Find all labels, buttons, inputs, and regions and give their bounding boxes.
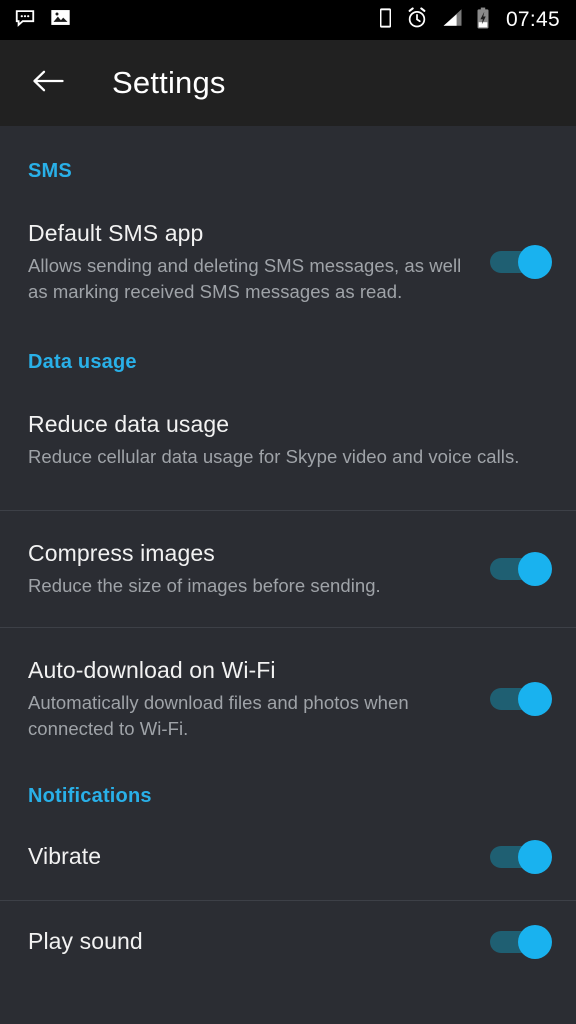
setting-subtitle-default-sms-app: Allows sending and deleting SMS messages… [28, 254, 462, 303]
back-arrow-icon [32, 68, 66, 99]
back-button[interactable] [26, 60, 72, 106]
setting-title-auto-download-wifi: Auto-download on Wi-Fi [28, 657, 276, 684]
setting-subtitle-compress-images: Reduce the size of images before sending… [28, 575, 381, 597]
alarm-clock-icon [406, 6, 428, 34]
toggle-thumb [518, 245, 552, 280]
phone-vibrate-icon [378, 7, 393, 34]
page-title: Settings [112, 65, 226, 100]
setting-title-compress-images: Compress images [28, 540, 215, 567]
section-header-data-usage: Data usage [28, 351, 137, 374]
messages-icon [14, 7, 36, 34]
settings-list[interactable]: SMS Default SMS app Allows sending and d… [0, 126, 576, 1024]
photo-icon [50, 7, 71, 33]
status-bar-right-icons: 07:45 [378, 6, 560, 34]
toggle-thumb [518, 839, 552, 874]
status-bar: 07:45 [0, 0, 576, 40]
setting-row-reduce-data-usage[interactable]: Reduce data usage Reduce cellular data u… [0, 410, 576, 470]
section-header-sms: SMS [28, 160, 72, 182]
toggle-auto-download-wifi[interactable] [490, 682, 552, 717]
setting-row-compress-images[interactable]: Compress images Reduce the size of image… [0, 539, 576, 599]
toggle-play-sound[interactable] [490, 924, 552, 959]
setting-title-play-sound: Play sound [28, 928, 143, 955]
status-bar-left-icons [14, 7, 71, 34]
toggle-thumb [518, 924, 552, 959]
setting-row-vibrate[interactable]: Vibrate [0, 839, 576, 874]
setting-subtitle-auto-download-wifi: Automatically download files and photos … [28, 692, 409, 740]
setting-title-default-sms-app: Default SMS app [28, 220, 204, 246]
setting-subtitle-reduce-data-usage: Reduce cellular data usage for Skype vid… [28, 446, 520, 468]
toggle-compress-images[interactable] [490, 552, 552, 587]
toggle-thumb [518, 682, 552, 717]
row-text: Auto-download on Wi-Fi Automatically dow… [28, 656, 490, 742]
setting-row-auto-download-wifi[interactable]: Auto-download on Wi-Fi Automatically dow… [0, 656, 576, 742]
setting-title-reduce-data-usage: Reduce data usage [28, 411, 230, 438]
row-text: Reduce data usage Reduce cellular data u… [28, 410, 552, 470]
app-bar: Settings [0, 40, 576, 126]
setting-row-play-sound[interactable]: Play sound [0, 924, 576, 959]
status-bar-clock: 07:45 [505, 8, 560, 31]
toggle-thumb [518, 552, 552, 587]
signal-bars-icon [441, 8, 463, 33]
row-text: Compress images Reduce the size of image… [28, 539, 490, 599]
row-text: Play sound [28, 927, 490, 956]
setting-row-default-sms-app[interactable]: Default SMS app Allows sending and delet… [0, 219, 576, 305]
row-text: Default SMS app Allows sending and delet… [28, 219, 490, 305]
toggle-default-sms-app[interactable] [490, 245, 552, 280]
setting-title-vibrate: Vibrate [28, 843, 102, 870]
battery-charging-icon [476, 7, 490, 34]
toggle-vibrate[interactable] [490, 839, 552, 874]
row-text: Vibrate [28, 842, 490, 871]
section-header-notifications: Notifications [28, 784, 152, 807]
